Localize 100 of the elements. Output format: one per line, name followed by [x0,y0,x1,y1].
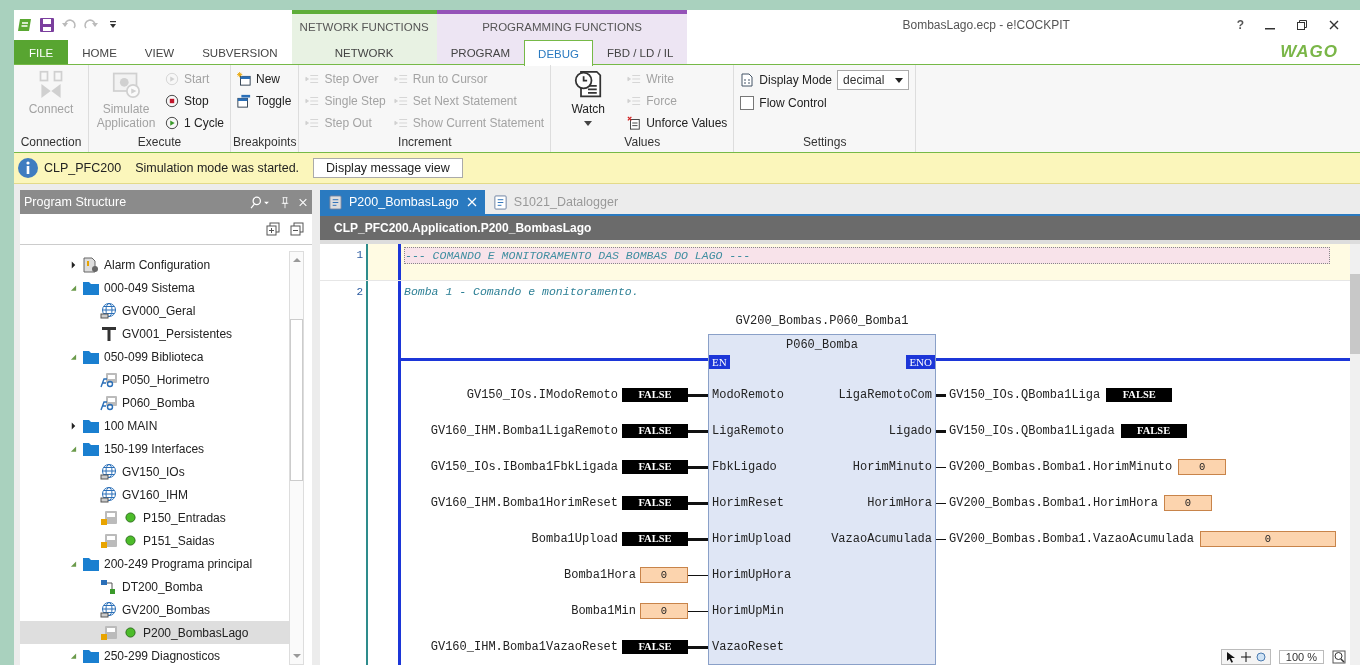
play-icon [165,72,179,86]
ribbon-tab[interactable]: NETWORK [320,40,408,64]
list-arrow-icon [627,72,642,86]
value-display: 0 [640,567,688,583]
scrollbar[interactable] [289,251,304,665]
collapsed-arrow-icon[interactable] [69,421,77,430]
ribbon-tab[interactable]: PROGRAM [436,40,525,64]
save-icon[interactable] [39,17,55,33]
input-variable: GV150_IOs.IBomba1FbkLigada [430,460,618,474]
flow-control-checkbox[interactable]: Flow Control [740,92,910,114]
connector-line [688,501,708,505]
value-display: FALSE [622,388,688,402]
expanded-arrow-icon[interactable] [69,283,77,292]
magnifier-icon[interactable] [1332,650,1346,664]
input-pin: ModoRemoto [712,388,784,402]
globe-icon [100,486,118,503]
zoom-level-field[interactable]: 100 % [1278,650,1324,664]
folder-icon [82,647,100,664]
value-display: FALSE [622,496,688,510]
collapse-all-icon[interactable] [290,222,304,236]
tree-item[interactable]: GV160_IHM [20,483,289,506]
tree-item[interactable]: 100 MAIN [20,414,289,437]
close-icon[interactable] [1328,19,1340,31]
ribbon-button[interactable]: 1 Cycle [165,112,224,134]
value-display: FALSE [622,424,688,438]
expanded-arrow-icon[interactable] [69,352,77,361]
folder-icon [82,348,100,365]
tree-item[interactable]: GV200_Bombas [20,598,289,621]
value-display: FALSE [622,532,688,546]
tree-item[interactable]: 150-199 Interfaces [20,437,289,460]
pin-icon[interactable] [280,195,290,209]
scrollbar-thumb[interactable] [290,319,303,481]
tree-item[interactable]: P200_BombasLago [20,621,289,644]
folder-icon [82,440,100,457]
ribbon-button[interactable]: Watch [557,68,620,126]
alarm-document-icon [82,256,100,273]
list-arrow-icon [305,72,320,86]
ribbon-group-label: Connection [19,135,83,151]
clock-document-icon [574,70,603,98]
ribbon-tab[interactable]: FBD / LD / IL [593,40,688,64]
editor-tab[interactable]: P200_BombasLago [320,190,485,214]
function-block[interactable]: P060_Bomba EN ENO ModoRemoto LigaRemotoCom LigaRemoto Ligado FbkLigado HorimMinuto HorimReset HorimHora HorimUpload VazaoAcumulada HorimUpHora HorimUpMin VazaoReset [708,334,936,665]
input-pin: HorimUpMin [712,604,784,618]
instance-name: GV200_Bombas.P060_Bomba1 [735,314,909,328]
ribbon-button[interactable]: New [237,68,292,90]
tree-item[interactable]: DT200_Bomba [20,575,289,598]
ribbon-button[interactable]: Unforce Values [627,112,728,134]
connector-line [936,466,946,468]
move-icon[interactable] [1239,651,1252,663]
collapsed-arrow-icon[interactable] [69,260,77,269]
tree-item[interactable]: P151_Saidas [20,529,289,552]
document-icon [492,194,508,210]
tree-item[interactable]: P150_Entradas [20,506,289,529]
pointer-icon[interactable] [1224,651,1237,663]
customize-caret-icon[interactable] [109,20,117,30]
tree-item[interactable]: 200-249 Programa principal [20,552,289,575]
input-variable: GV160_IHM.Bomba1HorimReset [430,496,618,510]
function-block-icon [100,394,118,411]
zoom-icon[interactable] [1254,651,1267,663]
ribbon-button[interactable]: Toggle [237,90,292,112]
caret-icon[interactable] [584,121,593,126]
canvas-tools[interactable] [1220,649,1271,665]
display-message-view-button[interactable]: Display message view [313,158,463,178]
tree-item[interactable]: GV150_IOs [20,460,289,483]
info-icon [18,158,38,178]
output-pin: Ligado [888,424,932,438]
tree-item[interactable]: 250-299 Diagnosticos [20,644,289,665]
tree-item[interactable]: P050_Horimetro [20,368,289,391]
tree-item[interactable]: GV000_Geral [20,299,289,322]
ribbon-tab[interactable]: SUBVERSION [188,40,292,64]
tree-item[interactable]: GV001_Persistentes [20,322,289,345]
connector-line [936,502,946,504]
input-variable: GV160_IHM.Bomba1VazaoReset [430,640,618,654]
tree-item[interactable]: 000-049 Sistema [20,276,289,299]
expanded-arrow-icon[interactable] [69,559,77,568]
tree-item[interactable]: P060_Bomba [20,391,289,414]
connector-line [688,429,708,433]
input-variable: Bomba1Upload [531,532,618,546]
scroll-down-icon[interactable] [292,654,301,659]
expanded-arrow-icon[interactable] [69,651,77,660]
display-mode-dropdown[interactable]: decimal [837,70,910,90]
ribbon-tab[interactable]: HOME [68,40,131,64]
output-pin: VazaoAcumulada [831,532,932,546]
expand-all-icon[interactable] [266,222,280,236]
scrollbar[interactable] [1350,244,1360,665]
tree-item[interactable]: Alarm Configuration [20,253,289,276]
help-button[interactable]: ? [1236,18,1244,32]
connector-line [936,538,946,540]
ribbon-tab[interactable]: VIEW [130,40,189,64]
expanded-arrow-icon[interactable] [69,444,77,453]
ribbon-tab[interactable]: DEBUG [524,40,593,66]
ribbon-group-label: Increment [397,135,453,151]
app-logo-icon [17,17,33,33]
connector-line [688,574,708,576]
scrollbar-thumb[interactable] [1350,274,1360,354]
tree-item[interactable]: 050-099 Biblioteca [20,345,289,368]
ribbon-group-label: Execute [136,135,183,151]
restore-icon[interactable] [1296,19,1308,31]
ribbon-button[interactable]: Stop [165,90,224,112]
scroll-up-icon[interactable] [292,257,301,262]
